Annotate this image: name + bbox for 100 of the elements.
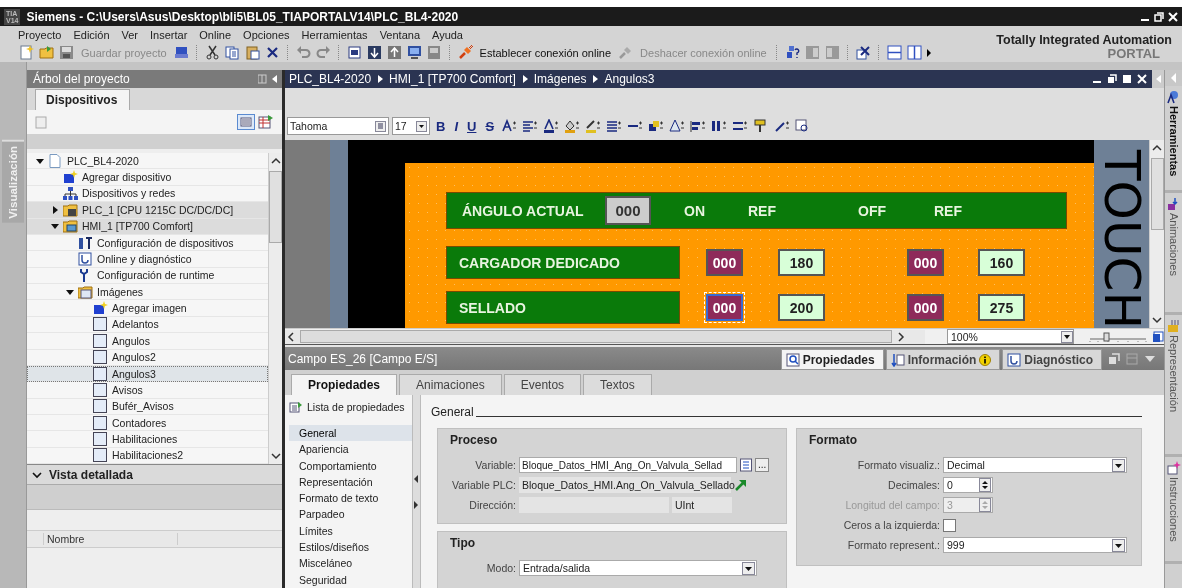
format-button[interactable]: S [482,118,498,134]
menu-item[interactable]: Proyecto [12,28,68,41]
collapsed-arrow-icon[interactable] [50,204,60,215]
scroll-down-icon[interactable] [1151,314,1163,326]
format-button[interactable]: I [451,118,461,134]
tab[interactable]: Animaciones [399,374,502,395]
tab[interactable]: Propiedades [291,374,398,395]
mode-dropdown[interactable]: Entrada/salida [519,560,757,576]
property-section[interactable]: Estilos/diseños [289,539,413,556]
text-size-icon[interactable] [501,118,518,134]
view-tab[interactable]: Propiedades [780,349,884,370]
navigation-icon[interactable] [1152,330,1164,343]
scroll-left-icon[interactable] [285,330,297,343]
property-section[interactable]: Representación [289,473,413,491]
view-tab[interactable]: Diagnóstico [1002,349,1102,370]
property-section[interactable]: Formato de texto [289,490,413,507]
close-icon[interactable] [1137,74,1147,84]
io-field[interactable]: 000 [706,249,743,276]
restore-icon[interactable] [1107,74,1117,84]
menu-item[interactable]: Ayuda [426,28,469,41]
print-icon[interactable] [173,45,189,60]
help-icon[interactable] [784,45,800,60]
restore-icon[interactable] [1154,11,1164,22]
breadcrumb-item[interactable]: Angulos3 [604,72,655,86]
tree-item[interactable]: Agregar imagen [27,300,268,317]
browse-button[interactable]: ... [755,458,770,472]
compile-icon[interactable] [346,45,362,60]
plug-icon[interactable] [457,45,473,60]
more-arrow-icon[interactable] [925,47,932,58]
tree-item[interactable]: Avisos [27,382,268,399]
scroll-down-icon[interactable] [269,450,282,462]
download-icon[interactable] [366,45,382,60]
scrollbar[interactable] [285,329,925,344]
close-icon[interactable] [1168,11,1178,22]
collapse-icon[interactable] [258,74,278,84]
io-field[interactable]: 000 [907,249,944,276]
side-tab[interactable]: Representación [1167,335,1180,413]
format-button[interactable]: U [464,118,480,134]
format-button[interactable]: B [433,118,449,134]
view-tab[interactable]: Información [885,349,1001,370]
tree-item[interactable]: Bufér_Avisos [27,398,268,415]
tab[interactable]: Eventos [503,374,582,395]
menu-item[interactable]: Insertar [144,28,194,41]
scroll-thumb[interactable] [269,171,282,243]
io-field[interactable]: 275 [978,294,1025,321]
zoom-slider-icon[interactable] [1088,330,1148,343]
scrollbar[interactable] [1149,140,1164,328]
delete-icon[interactable] [264,45,280,60]
menu-item[interactable]: Online [193,28,238,41]
property-section[interactable]: Comportamiento [289,457,413,474]
scroll-thumb[interactable] [300,330,892,343]
property-section[interactable]: Misceláneo [289,555,413,572]
value-field[interactable]: 000 [605,196,651,225]
text-align-icon[interactable] [606,118,623,134]
menu-item[interactable]: Opciones [237,28,296,41]
line-color-icon[interactable] [585,118,602,134]
connect-button[interactable]: Establecer conexión online [476,46,615,59]
paste-icon[interactable] [244,45,260,60]
tree-item[interactable]: Habilitaciones2 [27,447,268,465]
dropdown-field[interactable]: 999 [943,537,1127,553]
side-tab[interactable]: Animaciones [1167,213,1180,276]
distribute-icon[interactable] [711,118,728,134]
checkbox[interactable] [943,518,956,532]
bring-forward-icon[interactable] [648,118,665,134]
menu-item[interactable]: Edición [67,28,116,41]
number-spinner[interactable]: 0 [943,477,993,493]
io-field[interactable]: 200 [778,294,825,321]
side-tab[interactable]: Herramientas [1167,106,1180,177]
fill-color-icon[interactable] [564,118,581,134]
scroll-right-icon[interactable] [895,330,907,343]
menu-item[interactable]: Herramientas [295,28,374,41]
shape-icon[interactable] [669,118,686,134]
tree-item[interactable]: Angulos2 [27,349,268,366]
split-horizontal-icon[interactable] [886,45,902,60]
text-color-icon[interactable] [543,118,560,134]
font-dropdown[interactable]: Tahoma [287,117,389,135]
tree-item[interactable]: Configuración de runtime [27,267,268,284]
tree-item[interactable]: PLC_BL4-2020 [27,153,268,170]
align-objects-icon[interactable] [690,118,707,134]
menu-item[interactable]: Ver [115,28,144,41]
cut-icon[interactable] [204,45,220,60]
tree-item[interactable]: Configuración de dispositivos [27,234,268,252]
breadcrumb-item[interactable]: PLC_BL4-2020 [289,72,372,86]
property-section[interactable]: Límites [289,522,413,540]
zoom-dropdown[interactable]: 100% [947,329,1074,344]
tree-item[interactable]: Online y diagnóstico [27,251,268,268]
property-section[interactable]: General [289,425,413,442]
close-split-icon[interactable] [855,45,871,60]
tree-item[interactable]: Imágenes [27,284,268,301]
copy-icon[interactable] [224,45,240,60]
scrollbar[interactable] [268,153,282,464]
split-vertical-icon[interactable] [906,45,922,60]
list-icon[interactable] [740,458,752,472]
variable-field[interactable]: Bloque_Datos_HMI_Ang_On_Valvula_Sellad [519,457,737,473]
list-view-icon[interactable] [237,114,255,130]
tree-item[interactable]: Agregar dispositivo [27,169,268,186]
breadcrumb-item[interactable]: Imágenes [533,72,587,86]
property-section[interactable]: Parpadeo [289,506,413,523]
align-icon[interactable] [522,118,539,134]
menu-item[interactable]: Ventana [373,28,426,41]
